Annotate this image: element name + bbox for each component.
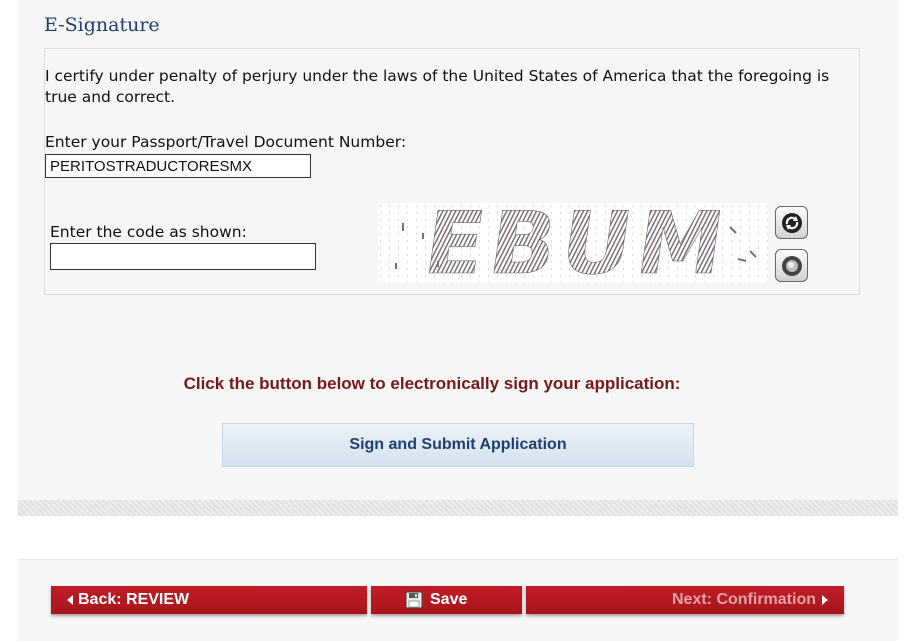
passport-number-input[interactable] (45, 154, 311, 178)
captcha-text: EBUM (418, 203, 736, 283)
captcha-refresh-button[interactable] (775, 206, 808, 239)
save-button[interactable]: Save (371, 586, 522, 614)
section-title: E-Signature (44, 14, 160, 36)
panel-bottom-border (18, 500, 898, 516)
refresh-icon (781, 212, 802, 233)
back-arrow-icon (67, 595, 73, 605)
captcha-graphic: EBUM (378, 194, 768, 294)
captcha-image: EBUM (378, 194, 768, 294)
sign-and-submit-button[interactable]: Sign and Submit Application (222, 423, 694, 467)
next-label: Next: Confirmation (672, 591, 816, 608)
sign-instruction: Click the button below to electronically… (183, 374, 681, 393)
floppy-disk-icon (405, 591, 423, 609)
audio-icon (781, 255, 802, 276)
certify-text: I certify under penalty of perjury under… (45, 67, 830, 106)
next-arrow-icon (822, 595, 828, 605)
back-label: Back: REVIEW (78, 591, 190, 608)
captcha-label: Enter the code as shown: (50, 223, 247, 241)
save-label: Save (430, 591, 468, 608)
sign-and-submit-label: Sign and Submit Application (349, 436, 567, 453)
back-button[interactable]: Back: REVIEW (51, 586, 367, 614)
captcha-code-input[interactable] (50, 243, 316, 270)
captcha-audio-button[interactable] (775, 249, 808, 282)
next-button[interactable]: Next: Confirmation (526, 586, 844, 614)
passport-label: Enter your Passport/Travel Document Numb… (45, 133, 407, 151)
